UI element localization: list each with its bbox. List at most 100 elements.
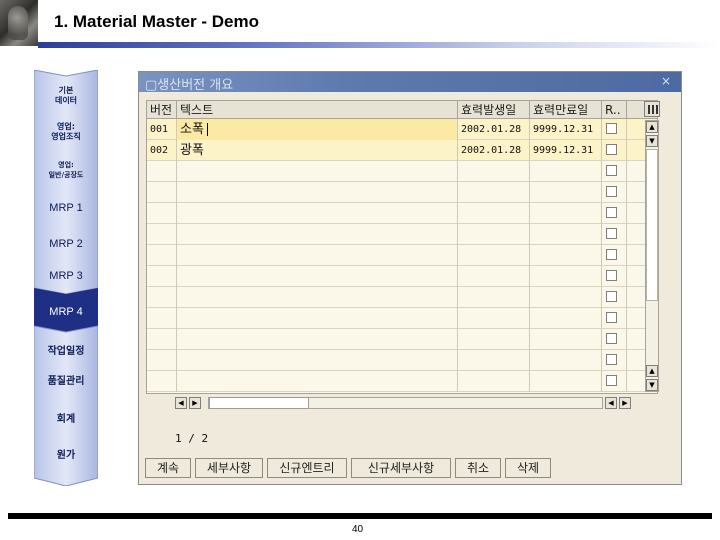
valid-from-cell[interactable]: 2002.01.28	[458, 140, 530, 161]
new-details-button[interactable]: 신규세부사항	[351, 458, 451, 478]
row-checkbox[interactable]	[606, 270, 617, 281]
nav-item-costing[interactable]: 원가	[34, 450, 98, 462]
footer-divider	[8, 513, 712, 519]
horizontal-scroll-thumb[interactable]	[209, 397, 309, 409]
column-header-text[interactable]: 텍스트	[177, 101, 458, 119]
table-row[interactable]	[147, 329, 657, 350]
valid-to-cell[interactable]: 9999.12.31	[530, 119, 602, 140]
table-row[interactable]	[147, 224, 657, 245]
close-icon[interactable]: ×	[661, 74, 671, 88]
scroll-up-icon[interactable]: ▲	[646, 121, 658, 133]
nav-item-label: 영업: 일반/공장도	[48, 161, 84, 179]
header-logo	[0, 0, 38, 46]
nav-item-label: 회계	[56, 414, 76, 425]
empty-cell	[177, 371, 458, 392]
nav-item-mrp1[interactable]: MRP 1	[34, 202, 98, 214]
vertical-scrollbar[interactable]: ▲ ▼ ▲ ▼	[645, 120, 659, 392]
empty-cell	[458, 161, 530, 182]
row-checkbox[interactable]	[606, 123, 617, 134]
empty-cell	[177, 161, 458, 182]
checkbox-cell	[602, 119, 627, 140]
cancel-button[interactable]: 취소	[455, 458, 501, 478]
row-checkbox[interactable]	[606, 291, 617, 302]
empty-cell	[530, 245, 602, 266]
checkbox-cell	[602, 245, 627, 266]
table-row[interactable]: 001 소폭 2002.01.28 9999.12.31	[147, 119, 657, 140]
nav-item-accounting[interactable]: 회계	[34, 414, 98, 426]
empty-cell	[458, 224, 530, 245]
scroll-down-icon[interactable]: ▼	[646, 379, 658, 391]
nav-item-sales-org[interactable]: 영업: 영업조직	[34, 122, 98, 142]
column-header-valid-from[interactable]: 효력발생일	[458, 101, 530, 119]
left-nav: 기본 데이터 영업: 영업조직 영업: 일반/공장도 MRP 1 MRP 2 M…	[34, 70, 98, 486]
continue-button[interactable]: 계속	[145, 458, 191, 478]
table-row[interactable]	[147, 161, 657, 182]
nav-item-sales-general[interactable]: 영업: 일반/공장도	[34, 160, 98, 180]
scroll-first-icon[interactable]: ◀	[175, 397, 187, 409]
empty-cell	[458, 287, 530, 308]
checkbox-cell	[602, 203, 627, 224]
row-checkbox[interactable]	[606, 207, 617, 218]
empty-cell	[458, 350, 530, 371]
horizontal-scrollbar[interactable]: ◀ ▶ ◀ ▶	[175, 397, 643, 411]
valid-to-cell[interactable]: 9999.12.31	[530, 140, 602, 161]
table-row[interactable]	[147, 182, 657, 203]
row-checkbox[interactable]	[606, 312, 617, 323]
text-cursor	[207, 123, 208, 136]
row-checkbox[interactable]	[606, 354, 617, 365]
checkbox-cell	[602, 182, 627, 203]
nav-item-mrp4[interactable]: MRP 4	[34, 306, 98, 318]
empty-cell	[530, 287, 602, 308]
empty-cell	[458, 371, 530, 392]
checkbox-cell	[602, 350, 627, 371]
text-cell[interactable]: 소폭	[177, 119, 458, 140]
table-row[interactable]	[147, 287, 657, 308]
empty-cell	[177, 350, 458, 371]
table-row[interactable]	[147, 350, 657, 371]
nav-item-mrp3[interactable]: MRP 3	[34, 270, 98, 282]
table-settings-icon[interactable]	[644, 101, 660, 117]
nav-item-label: MRP 2	[49, 238, 83, 250]
nav-item-quality[interactable]: 품질관리	[34, 376, 98, 388]
table-row[interactable]	[147, 245, 657, 266]
table-row[interactable]: 002 광폭 2002.01.28 9999.12.31	[147, 140, 657, 161]
column-header-version[interactable]: 버전	[147, 101, 177, 119]
nav-item-label: MRP 1	[49, 202, 83, 214]
production-version-window: ▢생산버전 개요 × 버전 텍스트 효력발생일 효력만료일 R.. 001 소폭…	[138, 71, 682, 485]
table-row[interactable]	[147, 371, 657, 392]
table-row[interactable]	[147, 308, 657, 329]
details-button[interactable]: 세부사항	[195, 458, 263, 478]
version-cell[interactable]: 002	[147, 140, 177, 161]
scroll-last-icon[interactable]: ▶	[619, 397, 631, 409]
row-checkbox[interactable]	[606, 249, 617, 260]
scroll-down-icon[interactable]: ▼	[646, 135, 658, 147]
nav-item-mrp2[interactable]: MRP 2	[34, 238, 98, 250]
row-checkbox[interactable]	[606, 144, 617, 155]
checkbox-cell	[602, 161, 627, 182]
new-entry-button[interactable]: 신규엔트리	[267, 458, 347, 478]
column-header-valid-to[interactable]: 효력만료일	[530, 101, 602, 119]
empty-cell	[147, 308, 177, 329]
empty-cell	[177, 266, 458, 287]
text-cell[interactable]: 광폭	[177, 140, 458, 161]
row-checkbox[interactable]	[606, 165, 617, 176]
scroll-right-icon[interactable]: ◀	[605, 397, 617, 409]
table-row[interactable]	[147, 203, 657, 224]
empty-cell	[147, 224, 177, 245]
empty-cell	[530, 161, 602, 182]
scroll-left-icon[interactable]: ▶	[189, 397, 201, 409]
row-checkbox[interactable]	[606, 228, 617, 239]
row-checkbox[interactable]	[606, 375, 617, 386]
nav-item-work-scheduling[interactable]: 작업일정	[34, 346, 98, 358]
table-row[interactable]	[147, 266, 657, 287]
vertical-scroll-track[interactable]	[646, 149, 658, 301]
scroll-up-icon[interactable]: ▲	[646, 365, 658, 377]
column-header-r[interactable]: R..	[602, 101, 627, 119]
delete-button[interactable]: 삭제	[505, 458, 551, 478]
nav-item-basic-data[interactable]: 기본 데이터	[34, 86, 98, 106]
valid-from-cell[interactable]: 2002.01.28	[458, 119, 530, 140]
nav-item-label: 품질관리	[47, 376, 85, 387]
row-checkbox[interactable]	[606, 333, 617, 344]
version-cell[interactable]: 001	[147, 119, 177, 140]
row-checkbox[interactable]	[606, 186, 617, 197]
